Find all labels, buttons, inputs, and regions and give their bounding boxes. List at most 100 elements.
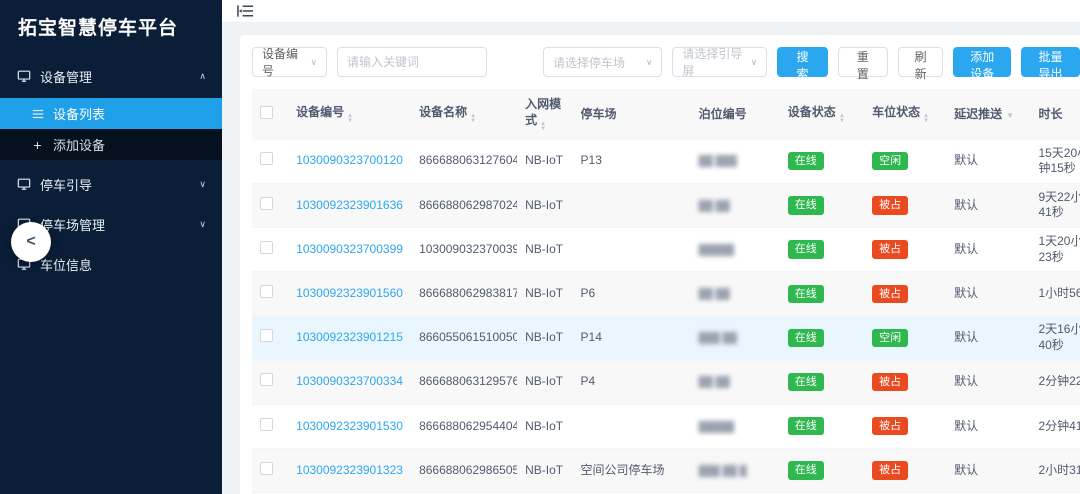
row-checkbox[interactable] bbox=[260, 241, 273, 254]
duration-cell: 1小时56分钟7秒 bbox=[1030, 272, 1080, 316]
column-label: 车位状态 bbox=[872, 105, 920, 119]
row-checkbox[interactable] bbox=[260, 329, 273, 342]
net-mode-cell: NB-IoT bbox=[517, 404, 572, 448]
berth-no-cell: ██ ███ bbox=[691, 140, 780, 184]
parking-lot-select[interactable]: 请选择停车场 ∨ bbox=[543, 47, 662, 77]
table-row: 1030092323901323866688062986505NB-IoT空间公… bbox=[252, 448, 1080, 492]
space-status-badge: 空闲 bbox=[872, 152, 908, 170]
duration-cell: 2小时31分钟23秒 bbox=[1030, 448, 1080, 492]
sidebar-subitem-1-2[interactable]: +添加设备 bbox=[0, 129, 222, 160]
device-name-cell: 866688062954404 bbox=[411, 404, 517, 448]
select-all-checkbox[interactable] bbox=[260, 106, 273, 119]
device-no-link[interactable]: 1030090323700334 bbox=[296, 374, 403, 388]
device-table: 设备编号▲▼设备名称▲▼入网模式▲▼停车场泊位编号设备状态▲▼车位状态▲▼延迟推… bbox=[252, 89, 1080, 494]
batch-export-button[interactable]: 批量导出 bbox=[1021, 47, 1079, 77]
chevron-down-icon: ∨ bbox=[638, 57, 653, 68]
device-no-cell: 1030090323700399 bbox=[288, 227, 411, 271]
menu-fold-icon[interactable] bbox=[234, 0, 256, 22]
berth-no-cell: ███ ██ bbox=[691, 316, 780, 360]
table-row: 1030090323700120866688063127604NB-IoTP13… bbox=[252, 140, 1080, 184]
row-checkbox[interactable] bbox=[260, 373, 273, 386]
berth-no-cell: ██ ██ bbox=[691, 360, 780, 404]
parking-guide-icon bbox=[16, 177, 31, 192]
device-status-badge: 在线 bbox=[788, 152, 824, 170]
device-no-cell: 1030092323901636 bbox=[288, 183, 411, 227]
sidebar-collapse-button[interactable]: < bbox=[11, 222, 51, 262]
device-status-cell: 在线 bbox=[780, 272, 864, 316]
row-checkbox[interactable] bbox=[260, 285, 273, 298]
sidebar-item-label: 车位信息 bbox=[40, 255, 92, 274]
delay-push-cell: 默认 bbox=[946, 140, 1030, 184]
row-checkbox[interactable] bbox=[260, 418, 273, 431]
device-status-badge: 在线 bbox=[788, 461, 824, 479]
sidebar-item-2[interactable]: 停车引导∨ bbox=[0, 168, 222, 200]
column-header-车位状态: 车位状态▲▼ bbox=[864, 89, 946, 140]
berth-no-redacted: █████ bbox=[699, 422, 734, 433]
guide-screen-select[interactable]: 请选择引导屏 ∨ bbox=[672, 47, 767, 77]
sidebar-item-1[interactable]: 设备管理∧ bbox=[0, 60, 222, 92]
refresh-button[interactable]: 刷新 bbox=[898, 47, 943, 77]
duration-cell: 9天22小时21分钟41秒 bbox=[1030, 183, 1080, 227]
column-label: 泊位编号 bbox=[699, 107, 747, 121]
device-status-cell: 在线 bbox=[780, 140, 864, 184]
sidebar-subitem-label: 设备列表 bbox=[53, 104, 105, 123]
device-status-cell: 在线 bbox=[780, 227, 864, 271]
device-no-link[interactable]: 1030092323901215 bbox=[296, 330, 403, 344]
sort-icon[interactable]: ▲▼ bbox=[347, 114, 353, 124]
parking-lot-cell: P13 bbox=[573, 140, 691, 184]
add-device-button[interactable]: 添加设备 bbox=[953, 47, 1011, 77]
duration-cell: 2分钟22秒 bbox=[1030, 360, 1080, 404]
device-no-cell: 1030092323901530 bbox=[288, 404, 411, 448]
delay-push-cell: 默认 bbox=[946, 272, 1030, 316]
space-status-badge: 被占 bbox=[872, 240, 908, 258]
sidebar-subitem-1-1[interactable]: 设备列表 bbox=[0, 98, 222, 129]
device-no-link[interactable]: 1030092323901323 bbox=[296, 463, 403, 477]
device-no-cell: 1030092323901215 bbox=[288, 316, 411, 360]
berth-no-cell: ██ ██ bbox=[691, 272, 780, 316]
sort-icon[interactable]: ▲▼ bbox=[540, 122, 546, 132]
row-checkbox-cell bbox=[252, 140, 288, 184]
net-mode-cell: NB-IoT bbox=[517, 316, 572, 360]
device-no-link[interactable]: 1030092323901636 bbox=[296, 198, 403, 212]
space-status-cell: 被占 bbox=[864, 272, 946, 316]
column-header-设备状态: 设备状态▲▼ bbox=[780, 89, 864, 140]
delay-push-cell: 默认 bbox=[946, 360, 1030, 404]
device-name-cell: 866055061510050 bbox=[411, 316, 517, 360]
device-no-link[interactable]: 1030090323700120 bbox=[296, 153, 403, 167]
row-checkbox-cell bbox=[252, 404, 288, 448]
device-status-cell: 在线 bbox=[780, 360, 864, 404]
filter-icon[interactable]: ▼ bbox=[1006, 111, 1014, 120]
berth-no-cell: █████ bbox=[691, 404, 780, 448]
sort-icon[interactable]: ▲▼ bbox=[839, 114, 845, 124]
search-button[interactable]: 搜索 bbox=[777, 47, 827, 77]
reset-button[interactable]: 重置 bbox=[838, 47, 888, 77]
row-checkbox[interactable] bbox=[260, 152, 273, 165]
device-name-cell: 866688063127604 bbox=[411, 140, 517, 184]
device-no-link[interactable]: 1030092323901530 bbox=[296, 419, 403, 433]
device-no-link[interactable]: 1030092323901560 bbox=[296, 286, 403, 300]
device-status-cell: 在线 bbox=[780, 183, 864, 227]
sort-down-icon: ▼ bbox=[470, 119, 476, 124]
device-name-cell: 1030090323700399 bbox=[411, 227, 517, 271]
chevron-down-icon: ∨ bbox=[743, 57, 758, 68]
keyword-input[interactable] bbox=[337, 47, 487, 77]
table-row: 1030092323901636866688062987024NB-IoT██ … bbox=[252, 183, 1080, 227]
search-field-select[interactable]: 设备编号 ∨ bbox=[252, 47, 327, 77]
delay-push-cell: 默认 bbox=[946, 316, 1030, 360]
net-mode-cell: NB-IoT bbox=[517, 272, 572, 316]
row-checkbox[interactable] bbox=[260, 462, 273, 475]
device-no-link[interactable]: 1030090323700399 bbox=[296, 242, 403, 256]
sort-icon[interactable]: ▲▼ bbox=[923, 114, 929, 124]
sort-icon[interactable]: ▲▼ bbox=[470, 114, 476, 124]
parking-lot-placeholder: 请选择停车场 bbox=[553, 54, 625, 71]
column-header-泊位编号: 泊位编号 bbox=[691, 89, 780, 140]
row-checkbox-cell bbox=[252, 448, 288, 492]
space-status-badge: 被占 bbox=[872, 285, 908, 303]
berth-no-redacted: ██ ██ bbox=[699, 377, 730, 388]
row-checkbox-cell bbox=[252, 360, 288, 404]
space-status-cell: 被占 bbox=[864, 183, 946, 227]
net-mode-cell: NB-IoT bbox=[517, 227, 572, 271]
sort-down-icon: ▼ bbox=[540, 127, 546, 132]
column-header-延迟推送: 延迟推送▼ bbox=[946, 89, 1030, 140]
row-checkbox[interactable] bbox=[260, 197, 273, 210]
